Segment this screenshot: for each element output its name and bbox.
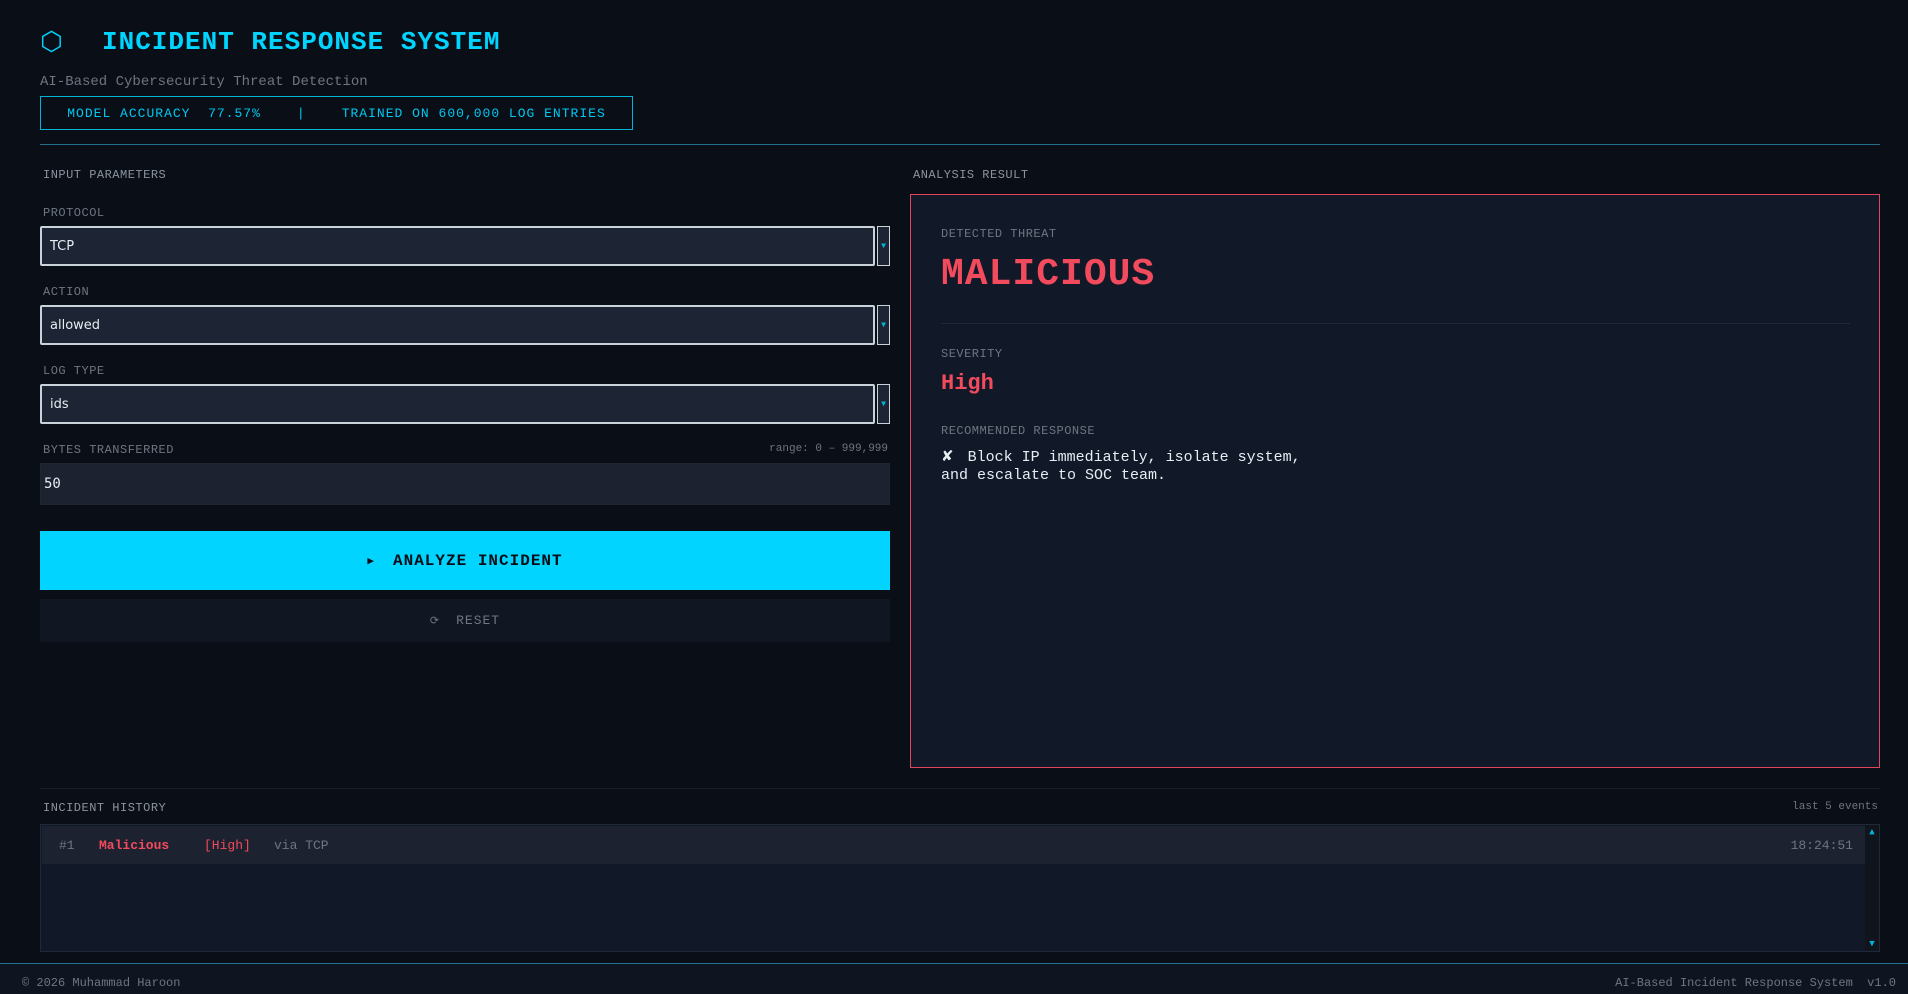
history-scrollbar[interactable]: ▲ ▼ [1865, 825, 1879, 951]
reset-button-label: RESET [456, 613, 501, 628]
app-subtitle: AI-Based Cybersecurity Threat Detection [40, 74, 368, 90]
history-count-hint: last 5 events [1792, 801, 1878, 813]
recommended-response: ✘ Block IP immediately, isolate system, a… [941, 447, 1301, 485]
footer-copyright: © 2026 Muhammad Haroon [22, 976, 181, 990]
analysis-result-panel: DETECTED THREAT MALICIOUS SEVERITY High … [910, 194, 1880, 768]
refresh-icon: ⟳ [429, 615, 441, 628]
incident-history-list[interactable]: #1 Malicious [High] via TCP 18:24:51 ▲ ▼ [40, 824, 1880, 952]
training-size: TRAINED ON 600,000 LOG ENTRIES [341, 105, 606, 121]
detected-threat-label: DETECTED THREAT [941, 227, 1057, 241]
severity-label: SEVERITY [941, 347, 1003, 361]
detected-threat-value: MALICIOUS [941, 253, 1156, 296]
protocol-select-value[interactable]: TCP [40, 226, 875, 266]
analyze-button-label: ANALYZE INCIDENT [393, 551, 563, 570]
model-stats-badge: MODEL ACCURACY 77.57% | TRAINED ON 600,0… [40, 96, 633, 130]
recommended-response-text: Block IP immediately, isolate system, an… [941, 449, 1301, 484]
log-type-select[interactable]: ids ▼ [40, 384, 890, 424]
hexagon-icon: ⬡ [40, 27, 63, 57]
x-mark-icon: ✘ [941, 447, 954, 465]
history-threat: Malicious [99, 837, 170, 853]
history-severity: [High] [204, 837, 251, 853]
analyze-incident-button[interactable]: ▶ ANALYZE INCIDENT [40, 531, 890, 590]
log-type-select-value[interactable]: ids [40, 384, 875, 424]
scroll-up-icon[interactable]: ▲ [1865, 825, 1879, 839]
title-row: ⬡ INCIDENT RESPONSE SYSTEM [40, 24, 500, 60]
history-time: 18:24:51 [1790, 837, 1853, 853]
action-select[interactable]: allowed ▼ [40, 305, 890, 345]
action-select-value[interactable]: allowed [40, 305, 875, 345]
protocol-label: PROTOCOL [43, 206, 105, 220]
history-index: #1 [59, 837, 75, 853]
recommended-response-label: RECOMMENDED RESPONSE [941, 424, 1096, 438]
stats-separator: | [296, 105, 306, 121]
chevron-down-icon[interactable]: ▼ [877, 384, 890, 424]
model-accuracy: MODEL ACCURACY 77.57% [67, 105, 261, 121]
header-divider [40, 144, 1880, 145]
log-type-label: LOG TYPE [43, 364, 105, 378]
input-parameters-heading: INPUT PARAMETERS [43, 168, 167, 182]
history-divider [40, 788, 1880, 789]
footer-version: AI-Based Incident Response System v1.0 [1615, 976, 1896, 990]
bytes-transferred-input[interactable]: 50 [40, 463, 890, 505]
app-title: INCIDENT RESPONSE SYSTEM [102, 27, 501, 57]
app-root: ⬡ INCIDENT RESPONSE SYSTEM AI-Based Cybe… [0, 0, 1908, 994]
protocol-select[interactable]: TCP ▼ [40, 226, 890, 266]
incident-history-heading: INCIDENT HISTORY [43, 801, 167, 815]
chevron-down-icon[interactable]: ▼ [877, 226, 890, 266]
bytes-range-hint: range: 0 – 999,999 [769, 443, 888, 455]
bytes-transferred-label: BYTES TRANSFERRED [43, 443, 174, 457]
scroll-down-icon[interactable]: ▼ [1865, 937, 1879, 951]
play-icon: ▶ [367, 555, 375, 568]
reset-button[interactable]: ⟳ RESET [40, 599, 890, 642]
header: ⬡ INCIDENT RESPONSE SYSTEM AI-Based Cybe… [40, 24, 500, 90]
action-label: ACTION [43, 285, 90, 299]
history-protocol: via TCP [274, 837, 329, 853]
list-item[interactable]: #1 Malicious [High] via TCP 18:24:51 [42, 826, 1865, 864]
result-divider [941, 323, 1850, 324]
severity-value: High [941, 371, 994, 396]
analysis-result-heading: ANALYSIS RESULT [913, 168, 1029, 182]
footer: © 2026 Muhammad Haroon AI-Based Incident… [0, 963, 1908, 994]
chevron-down-icon[interactable]: ▼ [877, 305, 890, 345]
